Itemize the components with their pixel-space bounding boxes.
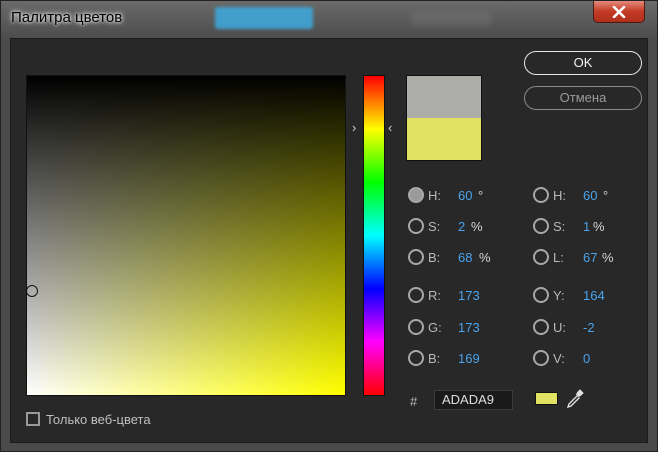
close-icon	[612, 5, 626, 18]
ok-button[interactable]: OK	[524, 51, 642, 75]
hsl-s-label: S:	[553, 219, 566, 234]
hsl-l-radio[interactable]	[533, 249, 549, 265]
eyedropper-icon[interactable]	[565, 388, 585, 410]
title-bar[interactable]: Палитра цветов	[1, 1, 657, 37]
hsb-h-value[interactable]: 60	[458, 188, 472, 203]
hex-hash-label: #	[410, 394, 418, 409]
yuv-u-value[interactable]: -2	[583, 320, 595, 335]
hsl-h-value[interactable]: 60	[583, 188, 597, 203]
rgb-g-label: G:	[428, 320, 442, 335]
hex-input[interactable]: ADADA9	[434, 390, 513, 410]
hsb-h-label: H:	[428, 188, 441, 203]
hsb-s-value[interactable]: 2	[458, 219, 465, 234]
yuv-y-row[interactable]: Y: 164	[533, 286, 623, 304]
rgb-b-label: B:	[428, 351, 441, 366]
hsl-s-value[interactable]: 1	[583, 219, 590, 234]
hsb-h-unit: °	[478, 188, 484, 203]
yuv-v-label: V:	[553, 351, 565, 366]
cancel-button[interactable]: Отмена	[524, 86, 642, 110]
hsl-s-radio[interactable]	[533, 218, 549, 234]
rgb-r-label: R:	[428, 288, 441, 303]
hsl-s-row[interactable]: S: 1 %	[533, 217, 623, 235]
yuv-v-value[interactable]: 0	[583, 351, 590, 366]
hsl-h-label: H:	[553, 188, 566, 203]
close-button[interactable]	[593, 1, 645, 23]
hsl-l-unit: %	[602, 250, 614, 265]
web-colors-checkbox[interactable]	[26, 412, 40, 426]
yuv-v-row[interactable]: V: 0	[533, 349, 623, 367]
hsl-h-radio[interactable]	[533, 187, 549, 203]
yuv-y-value[interactable]: 164	[583, 288, 605, 303]
hue-slider-right-arrow-icon[interactable]: ‹	[388, 121, 392, 135]
hsl-l-value[interactable]: 67	[583, 250, 597, 265]
hue-slider-left-arrow-icon[interactable]: ›	[352, 121, 356, 135]
yuv-y-label: Y:	[553, 288, 565, 303]
hsb-b-row[interactable]: B: 68 %	[408, 248, 498, 266]
current-color-preview[interactable]	[406, 118, 482, 161]
rgb-r-value[interactable]: 173	[458, 288, 480, 303]
hsl-l-label: L:	[553, 250, 564, 265]
blurred-taskbar-item	[215, 7, 313, 29]
window-title: Палитра цветов	[11, 9, 123, 26]
hsb-h-radio[interactable]	[408, 187, 424, 203]
hsb-s-label: S:	[428, 219, 441, 234]
hue-slider[interactable]	[363, 75, 385, 396]
hsb-s-unit: %	[471, 219, 483, 234]
rgb-b-value[interactable]: 169	[458, 351, 480, 366]
yuv-y-radio[interactable]	[533, 287, 549, 303]
rgb-b-radio[interactable]	[408, 350, 424, 366]
blurred-taskbar-item-2	[411, 11, 491, 25]
saturation-brightness-field[interactable]	[26, 75, 346, 396]
hsb-b-unit: %	[479, 250, 491, 265]
hsl-l-row[interactable]: L: 67 %	[533, 248, 623, 266]
rgb-g-radio[interactable]	[408, 319, 424, 335]
rgb-b-row[interactable]: B: 169	[408, 349, 498, 367]
rgb-r-radio[interactable]	[408, 287, 424, 303]
hsb-h-row[interactable]: H: 60 °	[408, 186, 498, 204]
hsb-s-row[interactable]: S: 2 %	[408, 217, 498, 235]
yuv-u-label: U:	[553, 320, 566, 335]
yuv-v-radio[interactable]	[533, 350, 549, 366]
hsb-b-label: B:	[428, 250, 441, 265]
hsl-s-unit: %	[593, 219, 605, 234]
rgb-r-row[interactable]: R: 173	[408, 286, 498, 304]
hsl-h-row[interactable]: H: 60 °	[533, 186, 623, 204]
hsb-b-radio[interactable]	[408, 249, 424, 265]
color-field-cursor[interactable]	[26, 285, 38, 297]
hsl-h-unit: °	[603, 188, 609, 203]
new-color-preview	[406, 75, 482, 118]
current-color-swatch[interactable]	[535, 392, 558, 405]
yuv-u-radio[interactable]	[533, 319, 549, 335]
rgb-g-value[interactable]: 173	[458, 320, 480, 335]
yuv-u-row[interactable]: U: -2	[533, 318, 623, 336]
hsb-b-value[interactable]: 68	[458, 250, 472, 265]
web-colors-label[interactable]: Только веб-цвета	[46, 412, 151, 427]
hsb-s-radio[interactable]	[408, 218, 424, 234]
rgb-g-row[interactable]: G: 173	[408, 318, 498, 336]
